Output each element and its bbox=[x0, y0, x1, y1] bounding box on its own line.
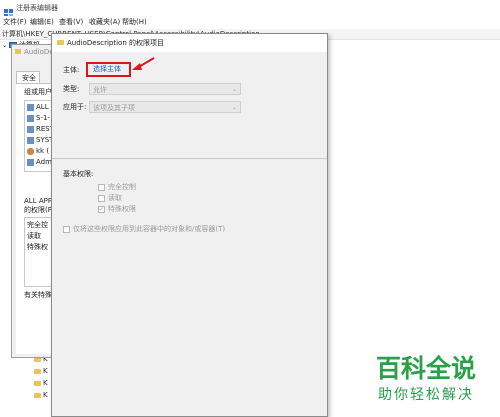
tree-key-label: K bbox=[43, 367, 48, 375]
menu-bar: 文件(F) 编辑(E) 查看(V) 收藏夹(A) 帮助(H) bbox=[0, 16, 500, 28]
special-permissions-checkbox[interactable]: ✓ bbox=[98, 206, 105, 213]
window-title: 注册表编辑器 bbox=[16, 4, 58, 12]
tree-key-label: K bbox=[43, 379, 48, 387]
group-icon bbox=[27, 159, 34, 166]
permission-row: 读取 bbox=[27, 232, 41, 240]
chevron-down-icon: ⌄ bbox=[231, 104, 237, 111]
inherit-option-label: 仅将这些权限应用到此容器中的对象和/或容器(T) bbox=[73, 225, 226, 233]
applies-to-label: 应用于: bbox=[63, 103, 87, 111]
group-or-user-label: 组或用户 bbox=[24, 88, 52, 96]
advanced-hint: 有关特殊 bbox=[24, 291, 52, 299]
section-divider bbox=[52, 158, 327, 159]
user-label: S-1- bbox=[36, 114, 50, 122]
folder-icon bbox=[15, 49, 21, 54]
title-bar: 注册表编辑器 bbox=[0, 0, 500, 18]
dialog-title-bar: AudioDescription 的权限项目 bbox=[52, 34, 327, 52]
tree-expand-icon[interactable]: ⌄ bbox=[2, 41, 7, 50]
tree-key-label: K bbox=[43, 391, 48, 399]
inherit-option[interactable]: 仅将这些权限应用到此容器中的对象和/或容器(T) bbox=[63, 225, 253, 234]
basic-permissions-label: 基本权限: bbox=[63, 170, 94, 178]
regedit-app-icon bbox=[4, 3, 13, 18]
menu-file[interactable]: 文件(F) bbox=[3, 18, 27, 27]
menu-view[interactable]: 查看(V) bbox=[59, 18, 83, 27]
group-icon bbox=[27, 104, 34, 111]
permission-row: 特殊权 bbox=[27, 243, 48, 251]
permission-row: 完全控 bbox=[27, 221, 48, 229]
principal-panel: 主体: 选择主体 类型: 允许 ⌄ 应用于: 该项及其子项 ⌄ bbox=[52, 52, 327, 156]
menu-favorites[interactable]: 收藏夹(A) bbox=[89, 18, 120, 27]
user-icon bbox=[27, 148, 34, 155]
menu-edit[interactable]: 编辑(E) bbox=[30, 18, 54, 27]
applies-to-select[interactable]: 该项及其子项 ⌄ bbox=[89, 101, 241, 113]
type-label: 类型: bbox=[63, 85, 80, 93]
permission-label: 读取 bbox=[108, 194, 122, 202]
read-checkbox[interactable] bbox=[98, 195, 105, 202]
permission-special[interactable]: ✓ 特殊权限 bbox=[98, 205, 158, 214]
menu-help[interactable]: 帮助(H) bbox=[122, 18, 147, 27]
watermark-subtitle: 助你轻松解决 bbox=[378, 387, 474, 403]
group-icon bbox=[27, 115, 34, 122]
group-icon bbox=[27, 137, 34, 144]
user-label: Adm bbox=[36, 158, 52, 166]
inherit-checkbox[interactable] bbox=[63, 226, 70, 233]
full-control-checkbox[interactable] bbox=[98, 184, 105, 191]
user-label: ALL bbox=[36, 103, 49, 111]
tree-node[interactable]: K bbox=[34, 391, 48, 401]
permission-label: 完全控制 bbox=[108, 183, 136, 191]
dialog-title: AudioDescription 的权限项目 bbox=[67, 39, 164, 47]
tree-node[interactable]: K bbox=[34, 367, 48, 377]
type-select[interactable]: 允许 ⌄ bbox=[89, 83, 241, 95]
permission-full-control[interactable]: 完全控制 bbox=[98, 183, 158, 192]
folder-icon bbox=[34, 369, 41, 374]
tab-security-label: 安全 bbox=[22, 74, 36, 82]
permission-entry-dialog: AudioDescription 的权限项目 主体: 选择主体 类型: 允许 ⌄… bbox=[51, 33, 328, 417]
select-principal-link[interactable]: 选择主体 bbox=[93, 65, 121, 74]
permission-read[interactable]: 读取 bbox=[98, 194, 158, 203]
watermark-title: 百科全说 bbox=[376, 354, 477, 383]
folder-icon bbox=[34, 393, 41, 398]
folder-icon bbox=[57, 40, 64, 45]
tree-node[interactable]: K bbox=[34, 379, 48, 389]
chevron-down-icon: ⌄ bbox=[231, 86, 237, 93]
permissions-for-label: ALL APP bbox=[24, 197, 53, 205]
red-arrow-annotation bbox=[132, 57, 155, 70]
watermark: 百科全说 助你轻松解决 bbox=[376, 354, 498, 412]
applies-to-value: 该项及其子项 bbox=[93, 104, 135, 112]
user-label: kk ( bbox=[36, 147, 50, 155]
folder-icon bbox=[34, 381, 41, 386]
principal-label: 主体: bbox=[63, 66, 80, 74]
type-value: 允许 bbox=[93, 86, 107, 94]
permission-label: 特殊权限 bbox=[108, 205, 136, 213]
group-icon bbox=[27, 126, 34, 133]
